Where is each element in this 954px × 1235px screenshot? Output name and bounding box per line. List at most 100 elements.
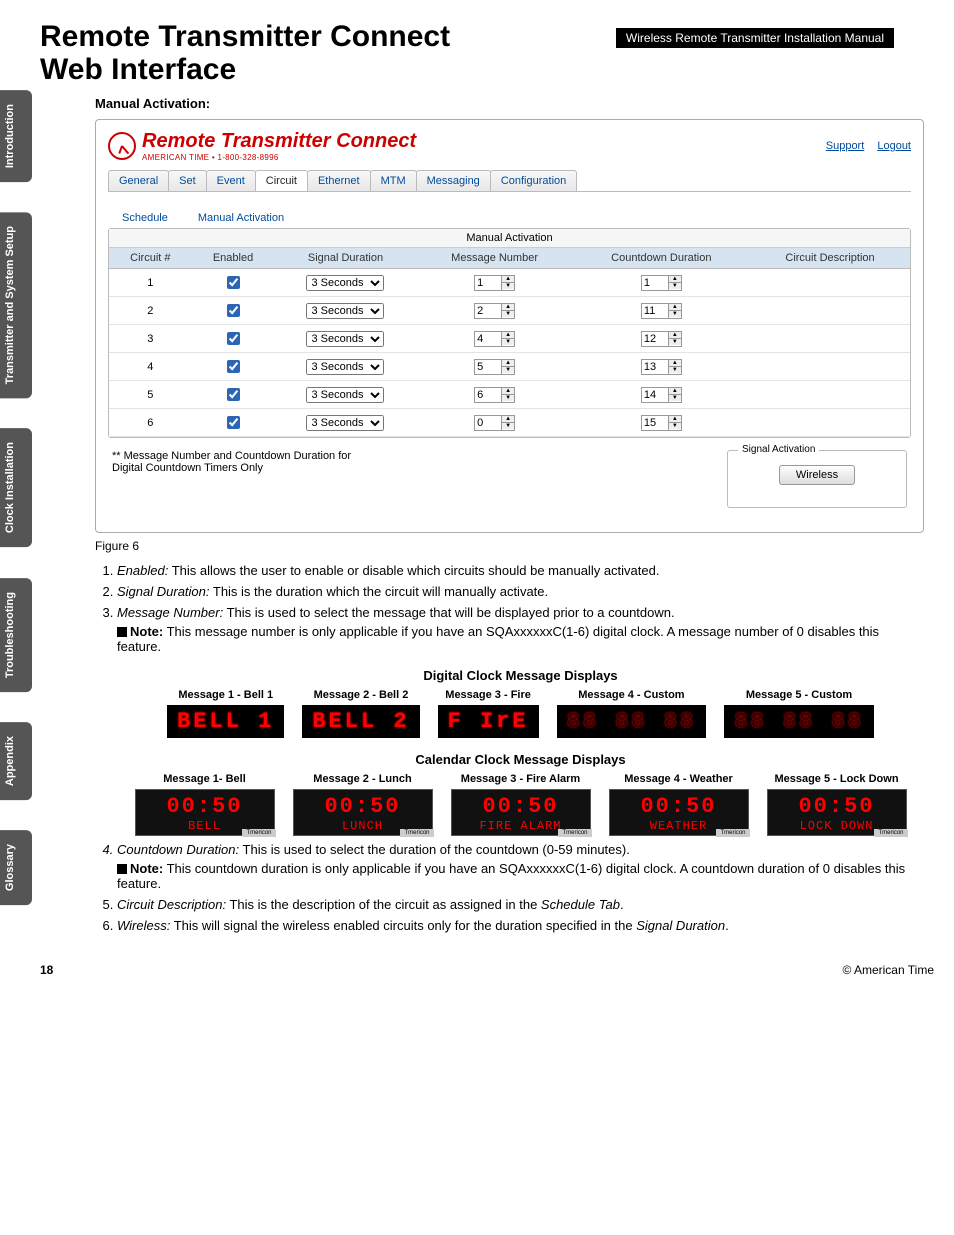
message-number-input[interactable] (474, 415, 502, 431)
enabled-checkbox[interactable] (227, 388, 240, 401)
table-footnote: ** Message Number and Countdown Duration… (112, 450, 372, 508)
circuit-cell: 1 (109, 269, 192, 297)
side-tab[interactable]: Clock Installation (0, 428, 32, 547)
spin-down-icon[interactable]: ▼ (669, 367, 681, 373)
column-header: Message Number (417, 248, 573, 269)
spin-up-icon[interactable]: ▲ (669, 304, 681, 311)
tab-configuration[interactable]: Configuration (490, 170, 577, 191)
tab-ethernet[interactable]: Ethernet (307, 170, 371, 191)
side-tab[interactable]: Troubleshooting (0, 578, 32, 692)
tab-general[interactable]: General (108, 170, 169, 191)
list-item-2: Signal Duration: This is the duration wh… (117, 584, 924, 599)
spin-down-icon[interactable]: ▼ (669, 283, 681, 289)
spin-up-icon[interactable]: ▲ (502, 388, 514, 395)
spin-up-icon[interactable]: ▲ (502, 276, 514, 283)
signal-duration-select[interactable]: 3 Seconds (306, 303, 384, 319)
spin-up-icon[interactable]: ▲ (669, 332, 681, 339)
spin-down-icon[interactable]: ▼ (502, 395, 514, 401)
subtab-schedule[interactable]: Schedule (122, 212, 168, 224)
signal-duration-select[interactable]: 3 Seconds (306, 415, 384, 431)
spin-down-icon[interactable]: ▼ (669, 395, 681, 401)
enabled-checkbox[interactable] (227, 332, 240, 345)
enabled-checkbox[interactable] (227, 360, 240, 373)
wireless-button[interactable]: Wireless (779, 465, 855, 485)
side-tab[interactable]: Glossary (0, 830, 32, 905)
column-header: Circuit # (109, 248, 192, 269)
spin-up-icon[interactable]: ▲ (502, 416, 514, 423)
signal-duration-select[interactable]: 3 Seconds (306, 331, 384, 347)
circuit-description-cell (750, 353, 910, 381)
subtab-manual-activation[interactable]: Manual Activation (198, 212, 284, 224)
list-item-4: Countdown Duration: This is used to sele… (117, 842, 924, 891)
header-links: Support Logout (816, 140, 911, 152)
spin-up-icon[interactable]: ▲ (669, 416, 681, 423)
side-tab[interactable]: Transmitter and System Setup (0, 212, 32, 398)
digital-displays-title: Digital Clock Message Displays (117, 668, 924, 683)
spin-up-icon[interactable]: ▲ (669, 276, 681, 283)
spin-down-icon[interactable]: ▼ (669, 339, 681, 345)
table-row: 43 Seconds▲▼▲▼ (109, 353, 910, 381)
signal-activation-box: Signal Activation Wireless (727, 450, 907, 508)
message-number-input[interactable] (474, 387, 502, 403)
spin-down-icon[interactable]: ▼ (502, 423, 514, 429)
message-number-input[interactable] (474, 359, 502, 375)
signal-legend: Signal Activation (738, 444, 819, 455)
signal-duration-select[interactable]: 3 Seconds (306, 387, 384, 403)
list-item-3: Message Number: This is used to select t… (117, 605, 924, 836)
spin-down-icon[interactable]: ▼ (502, 339, 514, 345)
table-row: 63 Seconds▲▼▲▼ (109, 409, 910, 437)
tab-circuit[interactable]: Circuit (255, 170, 308, 191)
tab-set[interactable]: Set (168, 170, 207, 191)
spin-up-icon[interactable]: ▲ (669, 388, 681, 395)
brand-tab: Tmericon (558, 829, 591, 837)
brand-subtitle: AMERICAN TIME • 1-800-328-8996 (142, 153, 416, 162)
calendar-displays-title: Calendar Clock Message Displays (117, 752, 924, 767)
display-label: Message 4 - Custom (557, 689, 707, 701)
note-icon (117, 864, 127, 874)
spin-up-icon[interactable]: ▲ (502, 332, 514, 339)
spin-down-icon[interactable]: ▼ (669, 423, 681, 429)
countdown-duration-input[interactable] (641, 275, 669, 291)
support-link[interactable]: Support (826, 140, 865, 152)
clock-icon (108, 132, 136, 160)
spin-down-icon[interactable]: ▼ (502, 367, 514, 373)
display-label: Message 3 - Fire Alarm (451, 773, 591, 785)
figure-caption: Figure 6 (95, 539, 924, 553)
countdown-duration-input[interactable] (641, 387, 669, 403)
countdown-duration-input[interactable] (641, 359, 669, 375)
enabled-checkbox[interactable] (227, 276, 240, 289)
spin-down-icon[interactable]: ▼ (502, 283, 514, 289)
tab-messaging[interactable]: Messaging (416, 170, 491, 191)
signal-duration-select[interactable]: 3 Seconds (306, 275, 384, 291)
enabled-checkbox[interactable] (227, 416, 240, 429)
display-label: Message 5 - Custom (724, 689, 874, 701)
enabled-checkbox[interactable] (227, 304, 240, 317)
brand-tab: Tmericon (716, 829, 749, 837)
spin-down-icon[interactable]: ▼ (502, 311, 514, 317)
tab-event[interactable]: Event (206, 170, 256, 191)
countdown-duration-input[interactable] (641, 303, 669, 319)
circuit-description-cell (750, 381, 910, 409)
message-number-input[interactable] (474, 275, 502, 291)
spin-up-icon[interactable]: ▲ (502, 360, 514, 367)
logout-link[interactable]: Logout (877, 140, 911, 152)
message-number-input[interactable] (474, 303, 502, 319)
spin-down-icon[interactable]: ▼ (669, 311, 681, 317)
calendar-time: 00:50 (620, 794, 738, 819)
calendar-display: Message 3 - Fire Alarm00:50FIRE ALARMTme… (451, 773, 591, 836)
tab-mtm[interactable]: MTM (370, 170, 417, 191)
spin-up-icon[interactable]: ▲ (502, 304, 514, 311)
signal-duration-select[interactable]: 3 Seconds (306, 359, 384, 375)
circuit-cell: 3 (109, 325, 192, 353)
column-header: Enabled (192, 248, 275, 269)
side-tab[interactable]: Appendix (0, 722, 32, 800)
countdown-duration-input[interactable] (641, 331, 669, 347)
countdown-duration-input[interactable] (641, 415, 669, 431)
spin-up-icon[interactable]: ▲ (669, 360, 681, 367)
message-number-input[interactable] (474, 331, 502, 347)
circuit-cell: 2 (109, 297, 192, 325)
table-row: 33 Seconds▲▼▲▼ (109, 325, 910, 353)
list-item-6: Wireless: This will signal the wireless … (117, 918, 924, 933)
list-item-5: Circuit Description: This is the descrip… (117, 897, 924, 912)
side-tab[interactable]: Introduction (0, 90, 32, 182)
